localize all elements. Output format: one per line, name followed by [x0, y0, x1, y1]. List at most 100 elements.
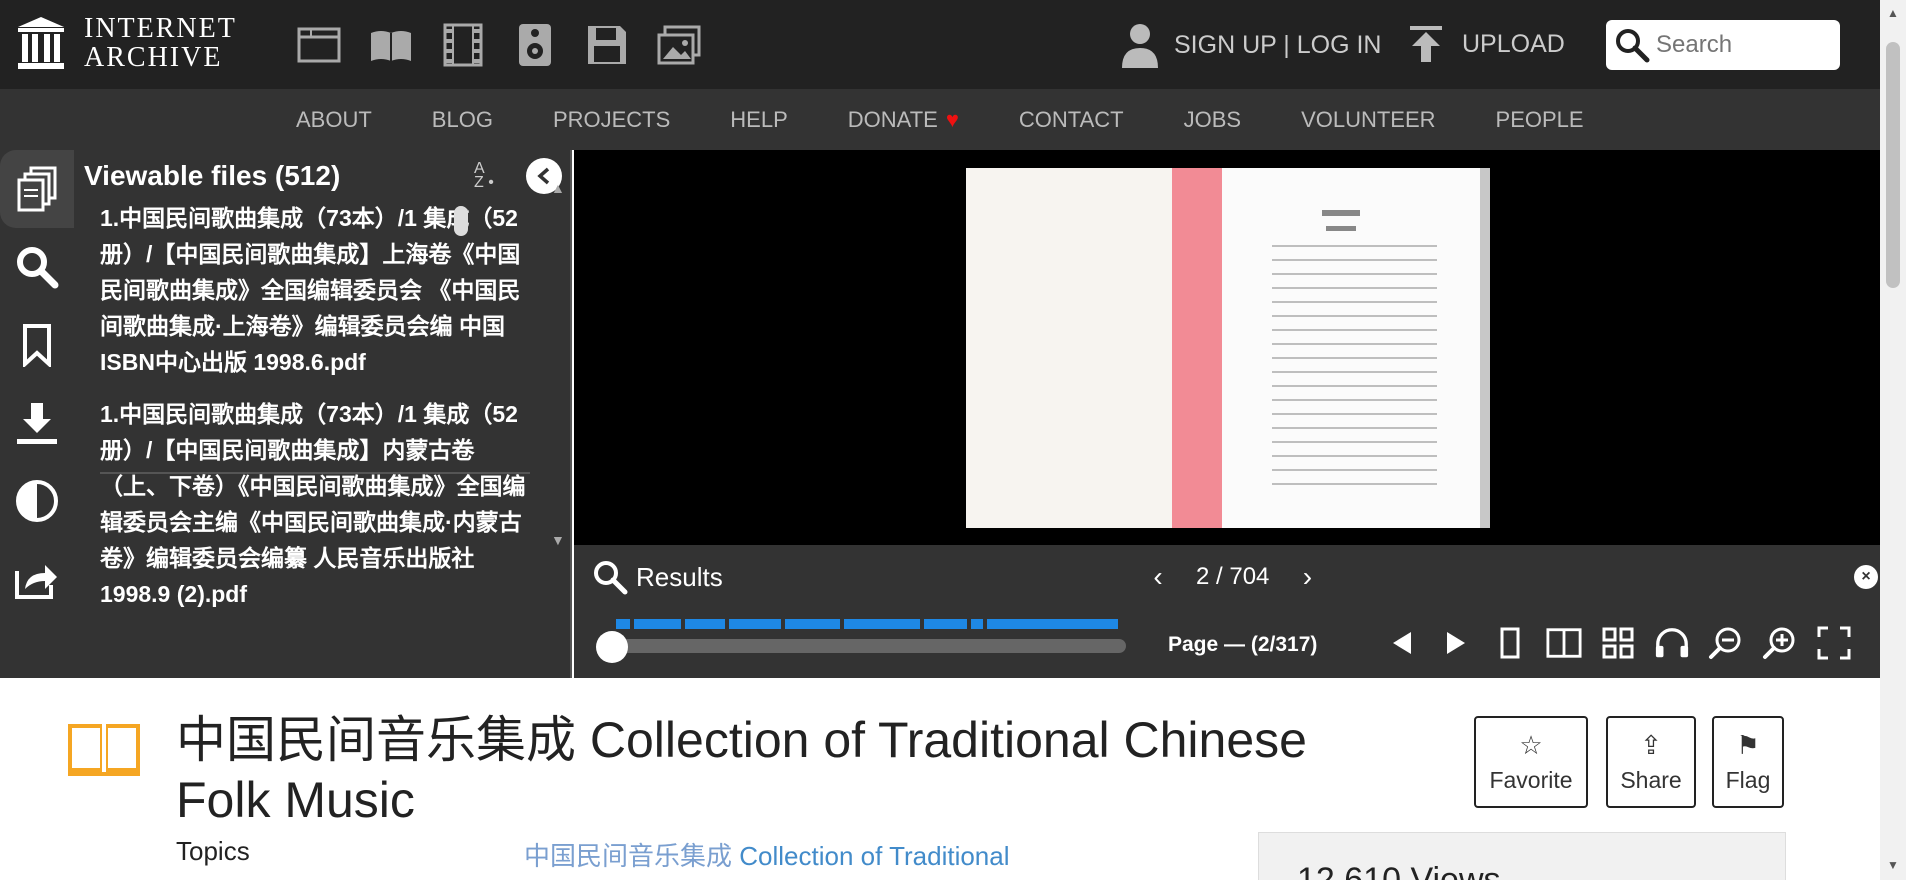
file-list-item[interactable]: 1.中国民间歌曲集成（73本）/1 集成（52册）/【中国民间歌曲集成】内蒙古卷…: [100, 396, 530, 612]
zoom-in-icon[interactable]: [1762, 623, 1798, 663]
chevron-left-icon: [537, 167, 550, 185]
nav-about[interactable]: ABOUT: [296, 107, 372, 133]
topics-value-zh: 中国民间音乐集成: [524, 841, 733, 871]
viewer-toolbar: [1384, 623, 1870, 663]
search-results-toggle[interactable]: Results: [592, 559, 723, 595]
toc-scan: [1272, 210, 1437, 485]
flag-button[interactable]: ⚑ Flag: [1712, 716, 1784, 808]
web-icon[interactable]: [296, 22, 342, 68]
prev-result-chevron-icon[interactable]: ‹: [1140, 561, 1176, 593]
hit-marker[interactable]: [633, 619, 682, 629]
share-icon[interactable]: [0, 540, 74, 618]
share-icon: ⇪: [1640, 730, 1662, 760]
next-page-icon[interactable]: [1438, 623, 1474, 663]
topics-label: Topics: [176, 836, 250, 866]
prev-page-icon[interactable]: [1384, 623, 1420, 663]
bookmark-icon[interactable]: [0, 306, 74, 384]
scroll-up-arrow-icon[interactable]: ▲: [551, 180, 565, 196]
nav-bar: ABOUT BLOG PROJECTS HELP DONATE ♥ CONTAC…: [0, 89, 1880, 150]
files-scrollbar-thumb[interactable]: [454, 206, 468, 236]
hit-marker[interactable]: [729, 619, 781, 629]
page-scrollbar[interactable]: ▲ ▼: [1880, 0, 1906, 880]
video-icon[interactable]: [440, 22, 486, 68]
hit-marker[interactable]: [987, 619, 1118, 629]
upload-button[interactable]: UPLOAD: [1408, 24, 1565, 64]
flag-icon: ⚑: [1736, 730, 1760, 760]
software-icon[interactable]: [584, 22, 630, 68]
close-results-icon[interactable]: ×: [1854, 565, 1878, 589]
download-icon[interactable]: [0, 384, 74, 462]
nav-contact[interactable]: CONTACT: [1019, 107, 1124, 133]
images-icon[interactable]: [656, 22, 702, 68]
zoom-out-icon[interactable]: [1708, 623, 1744, 663]
files-panel-title: Viewable files (512): [84, 160, 341, 191]
audio-icon[interactable]: [512, 22, 558, 68]
search-box[interactable]: [1606, 20, 1840, 70]
share-label: Share: [1620, 767, 1682, 793]
search-hit-markers: [616, 619, 1122, 629]
media-type-icons: [296, 22, 728, 68]
contrast-icon[interactable]: [0, 462, 74, 540]
viewable-files-panel: Viewable files (512) AZ • 1.中国民间歌曲集成（73本…: [74, 150, 572, 678]
hit-marker[interactable]: [844, 619, 920, 629]
hit-marker[interactable]: [971, 619, 984, 629]
sort-az-icon[interactable]: AZ •: [474, 161, 494, 191]
internet-archive-logo[interactable]: INTERNET ARCHIVE: [16, 14, 237, 72]
search-icon: [1616, 29, 1650, 63]
two-page-view-icon[interactable]: [1546, 623, 1582, 663]
hit-marker[interactable]: [784, 619, 841, 629]
signup-login-link[interactable]: SIGN UP | LOG IN: [1120, 22, 1381, 68]
favorite-button[interactable]: ☆ Favorite: [1474, 716, 1588, 808]
page-counter: 2 / 704: [1196, 563, 1270, 590]
nav-people[interactable]: PEOPLE: [1496, 107, 1584, 133]
fullscreen-icon[interactable]: [1816, 623, 1852, 663]
heart-icon: ♥: [945, 106, 959, 132]
page-gutter: [1480, 168, 1490, 528]
user-icon: [1122, 24, 1158, 68]
hit-marker[interactable]: [923, 619, 968, 629]
next-result-chevron-icon[interactable]: ›: [1289, 561, 1325, 593]
hit-marker[interactable]: [616, 619, 630, 629]
scroll-up-arrow-icon[interactable]: ▲: [1887, 6, 1899, 20]
signup-login-label: SIGN UP | LOG IN: [1174, 30, 1382, 59]
files-icon[interactable]: [0, 150, 74, 228]
logo-line1: INTERNET: [84, 13, 237, 44]
item-title: 中国民间音乐集成 Collection of Traditional Chine…: [176, 712, 1307, 828]
nav-help[interactable]: HELP: [730, 107, 787, 133]
nav-volunteer[interactable]: VOLUNTEER: [1301, 107, 1435, 133]
nav-projects[interactable]: PROJECTS: [553, 107, 670, 133]
results-label: Results: [636, 561, 723, 592]
search-input[interactable]: [1656, 31, 1836, 59]
read-aloud-headphones-icon[interactable]: [1654, 623, 1690, 663]
thumbnail-view-icon[interactable]: [1600, 623, 1636, 663]
scroll-down-arrow-icon[interactable]: ▼: [1887, 858, 1899, 872]
bookreader-sidebar: [0, 150, 74, 678]
views-count: 12,610 Views: [1297, 861, 1501, 880]
texts-book-icon: [68, 724, 140, 776]
share-button[interactable]: ⇪ Share: [1606, 716, 1696, 808]
toc-page: [1222, 168, 1480, 528]
one-page-view-icon[interactable]: [1492, 623, 1528, 663]
star-icon: ☆: [1519, 730, 1543, 760]
logo-line2: ARCHIVE: [84, 42, 223, 73]
nav-jobs[interactable]: JOBS: [1184, 107, 1241, 133]
nav-donate[interactable]: DONATE ♥: [848, 107, 959, 133]
page-slider-track[interactable]: [604, 639, 1126, 653]
favorite-label: Favorite: [1489, 767, 1573, 793]
upload-icon: [1410, 26, 1442, 62]
search-inside-icon[interactable]: [0, 228, 74, 306]
top-bar: INTERNET ARCHIVE SIGN UP | LOG IN UPLOAD…: [0, 0, 1880, 89]
book-page-image[interactable]: [966, 168, 1490, 528]
scroll-down-arrow-icon[interactable]: ▼: [551, 532, 565, 548]
texts-icon[interactable]: [368, 22, 414, 68]
page-pink-band: [1172, 168, 1222, 528]
logo-text: INTERNET ARCHIVE: [84, 14, 237, 72]
topics-link[interactable]: 中国民间音乐集成 Collection of Traditional: [524, 836, 1010, 873]
result-pager: ‹ 2 / 704 ›: [1140, 561, 1325, 593]
page-slider-knob[interactable]: [595, 631, 628, 663]
book-viewer: [574, 150, 1880, 545]
hit-marker[interactable]: [685, 619, 726, 629]
page-scrollbar-thumb[interactable]: [1886, 42, 1900, 288]
search-icon: [594, 561, 628, 595]
nav-blog[interactable]: BLOG: [432, 107, 493, 133]
